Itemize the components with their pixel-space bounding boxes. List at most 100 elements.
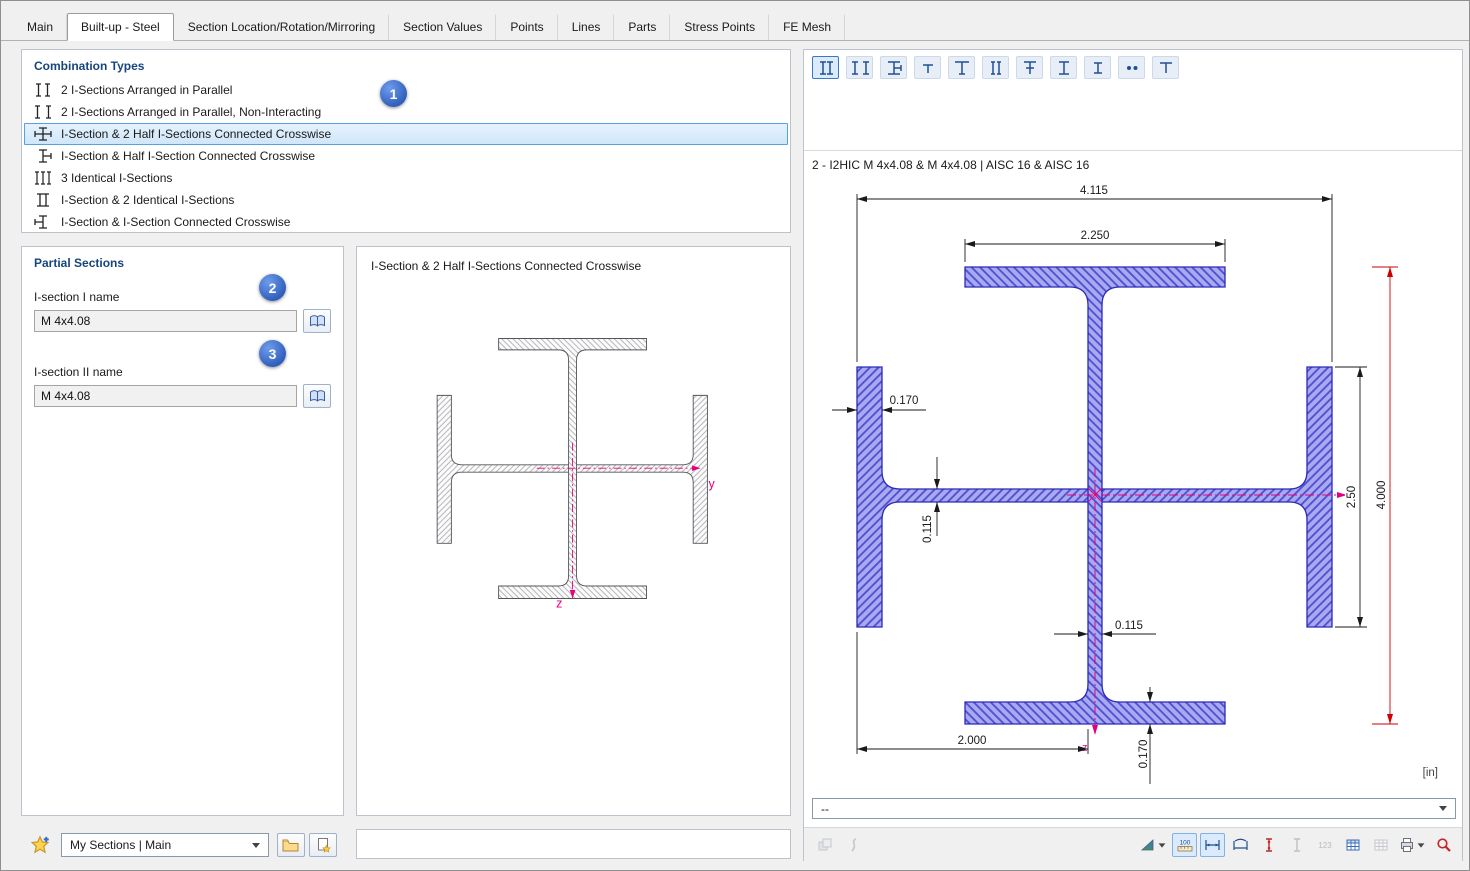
i-section-icon: [1058, 60, 1069, 75]
stress-points-off-button[interactable]: [1284, 833, 1309, 857]
tab-fe-mesh[interactable]: FE Mesh: [769, 14, 846, 40]
tab-bar: Main Built-up - Steel Section Location/R…: [1, 13, 1469, 41]
i-2half-crosswise-icon: [33, 127, 53, 141]
library-book-icon: [309, 315, 325, 327]
variant-two-round-bars[interactable]: [1118, 56, 1145, 79]
dimension-scale-button[interactable]: 100: [1172, 833, 1197, 857]
tab-lines[interactable]: Lines: [558, 14, 615, 40]
result-dropdown[interactable]: --: [812, 798, 1456, 819]
variant-i-section[interactable]: [1050, 56, 1077, 79]
variant-two-i-narrow[interactable]: [982, 56, 1009, 79]
dim-top-flange-width: 2.250: [1081, 230, 1110, 242]
color-scale-icon: [1140, 839, 1154, 851]
tab-main[interactable]: Main: [13, 14, 68, 40]
section-result-title: 2 - I2HIC M 4x4.08 & M 4x4.08 | AISC 16 …: [812, 158, 1090, 172]
tab-parts[interactable]: Parts: [614, 14, 671, 40]
variant-two-i-gap[interactable]: [846, 56, 873, 79]
variant-i-half-cross[interactable]: [1016, 56, 1043, 79]
dim-bottom-flange-thickness: 0.170: [1138, 740, 1150, 769]
two-i-parallel-icon: [33, 83, 53, 97]
sections-filter-dropdown[interactable]: My Sections | Main: [61, 833, 269, 857]
variant-two-i-parallel[interactable]: [812, 56, 839, 79]
add-favorite-button[interactable]: [25, 832, 55, 858]
print-button[interactable]: [1396, 833, 1428, 857]
preview-drawing: y z: [436, 338, 716, 611]
section-library-button-1[interactable]: [303, 309, 331, 333]
table-view-button[interactable]: [1340, 833, 1365, 857]
star-plus-icon: [30, 835, 50, 854]
color-scale-button[interactable]: [1137, 833, 1169, 857]
i-section-1-input[interactable]: [34, 310, 297, 332]
thin-profile-icon: [850, 838, 856, 852]
dim-center-web-thickness: 0.115: [1115, 620, 1143, 632]
divider: [804, 150, 1462, 151]
combination-types-panel: Combination Types 2 I-Sections Arranged …: [21, 49, 791, 233]
new-favorites-group-button[interactable]: [309, 833, 337, 857]
combination-type-item-1[interactable]: 2 I-Sections Arranged in Parallel, Non-I…: [24, 101, 788, 123]
stress-points-button[interactable]: [1256, 833, 1281, 857]
dim-overall-height: 4.000: [1376, 481, 1388, 510]
ruler-100-label: 100: [1179, 840, 1190, 847]
i-2identical-i-icon: [33, 193, 53, 207]
tab-built-up-steel[interactable]: Built-up - Steel: [67, 13, 174, 41]
dim-left-flange-thickness: 0.170: [890, 395, 919, 407]
axis-z-label: z: [1082, 742, 1088, 754]
combination-type-label: 3 Identical I-Sections: [61, 171, 173, 185]
combination-type-item-3[interactable]: I-Section & Half I-Section Connected Cro…: [24, 145, 788, 167]
numbering-button[interactable]: 123: [1312, 833, 1337, 857]
unit-label: [in]: [1423, 767, 1438, 779]
tab-stress-points[interactable]: Stress Points: [670, 14, 770, 40]
i-section-2-label: I-section II name: [34, 365, 123, 379]
solid-render-button[interactable]: [812, 833, 837, 857]
manage-favorites-button[interactable]: [277, 833, 305, 857]
dimension-chains-icon: [1233, 838, 1248, 850]
stress-points-icon: [1265, 838, 1272, 852]
preview-axis-y-label: y: [709, 477, 716, 491]
section-library-button-2[interactable]: [303, 384, 331, 408]
variant-t-short[interactable]: [1152, 56, 1179, 79]
dimension-chains-button[interactable]: [1228, 833, 1253, 857]
combination-types-list: 2 I-Sections Arranged in Parallel 2 I-Se…: [24, 79, 788, 233]
two-i-parallel-noninteracting-icon: [33, 105, 53, 119]
numbering-icon: 123: [1318, 841, 1332, 850]
library-book-icon: [309, 390, 325, 402]
solid-render-icon: [818, 838, 831, 851]
zoom-fit-button[interactable]: [1431, 833, 1456, 857]
variant-i-narrow[interactable]: [1084, 56, 1111, 79]
partial-sections-panel: Partial Sections I-section I name I-sect…: [21, 246, 344, 816]
new-page-star-icon: [318, 838, 331, 853]
combination-type-label: I-Section & 2 Identical I-Sections: [61, 193, 235, 207]
combination-type-label: I-Section & I-Section Connected Crosswis…: [61, 215, 291, 229]
combination-type-item-6[interactable]: I-Section & I-Section Connected Crosswis…: [24, 211, 788, 233]
dimension-lines-button[interactable]: [1200, 833, 1225, 857]
section-drawing-canvas[interactable]: z 4.115 2.250 0.170 0.115 2.50 4.000 0.1…: [804, 177, 1464, 792]
partial-sections-title: Partial Sections: [34, 256, 125, 270]
i-section-narrow-icon: [1093, 61, 1102, 74]
tab-section-location[interactable]: Section Location/Rotation/Mirroring: [174, 14, 390, 40]
tab-points[interactable]: Points: [496, 14, 558, 40]
view-toolbar: 100 123: [804, 827, 1462, 862]
i-i-crosswise-icon: [33, 215, 53, 229]
i-2half-crosswise-icon: [887, 60, 902, 75]
section-view-panel: 2 - I2HIC M 4x4.08 & M 4x4.08 | AISC 16 …: [803, 49, 1464, 862]
variant-t-section[interactable]: [948, 56, 975, 79]
combination-type-item-5[interactable]: I-Section & 2 Identical I-Sections: [24, 189, 788, 211]
combination-type-item-4[interactable]: 3 Identical I-Sections: [24, 167, 788, 189]
print-icon: [1401, 838, 1413, 852]
variant-i-2half-crosswise[interactable]: [880, 56, 907, 79]
i-half-crosswise-icon: [33, 149, 53, 163]
dim-left-web-thickness: 0.115: [922, 515, 934, 543]
preview-footer-strip: [356, 829, 791, 859]
variant-half-t[interactable]: [914, 56, 941, 79]
numbering-label: 123: [1318, 841, 1332, 850]
table-view-off-button[interactable]: [1368, 833, 1393, 857]
step-badge-1: 1: [380, 80, 407, 107]
combination-types-title: Combination Types: [34, 59, 145, 73]
t-section-icon: [954, 60, 969, 75]
dim-right-half-height: 2.50: [1346, 486, 1358, 508]
tab-section-values[interactable]: Section Values: [389, 14, 497, 40]
two-round-bars-icon: [1126, 65, 1137, 70]
combination-type-item-2[interactable]: I-Section & 2 Half I-Sections Connected …: [24, 123, 788, 145]
i-section-2-input[interactable]: [34, 385, 297, 407]
thin-profile-button[interactable]: [841, 833, 866, 857]
